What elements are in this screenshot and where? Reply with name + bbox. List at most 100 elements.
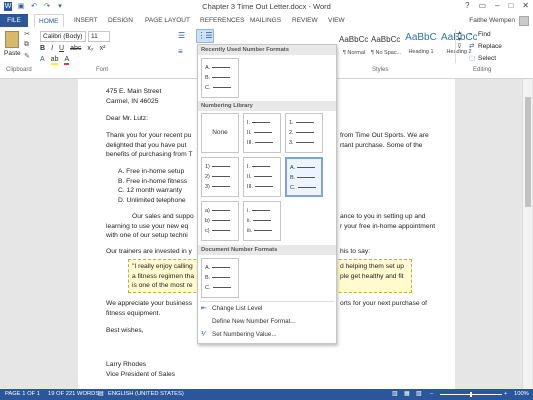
- select-button[interactable]: ⬚ Select: [469, 54, 502, 64]
- zoom-level[interactable]: 100%: [514, 389, 529, 400]
- paste-icon[interactable]: [5, 31, 19, 48]
- proofing-icon[interactable]: ▤: [98, 389, 103, 400]
- clipboard-group-label: Clipboard: [6, 67, 32, 73]
- signature-name: Larry Rhodes: [106, 361, 147, 368]
- close-button[interactable]: ✕: [522, 1, 529, 10]
- ribbon-display-button[interactable]: ▭: [478, 1, 486, 10]
- tab-insert[interactable]: INSERT: [74, 14, 98, 27]
- list-marker: c): [205, 228, 237, 234]
- style-sample: AaBbC: [405, 32, 437, 43]
- styles-more-button[interactable]: ▴ ▾ ⊽: [455, 29, 463, 63]
- none-label: None: [212, 129, 228, 136]
- style-heading-1[interactable]: AaBbC Heading 1: [402, 29, 440, 63]
- list-marker: I.: [247, 120, 279, 126]
- replace-icon: ⇄: [469, 43, 475, 50]
- format-roman-lower[interactable]: i. ii. iii.: [243, 201, 281, 241]
- list-marker: i.: [247, 208, 279, 214]
- tab-references[interactable]: REFERENCES: [200, 14, 244, 27]
- define-new-format-item[interactable]: Define New Number Format...: [198, 316, 336, 328]
- vertical-scrollbar[interactable]: [522, 79, 532, 389]
- paragraph-3-right: his to say:: [340, 248, 371, 255]
- list-marker: III.: [247, 140, 279, 146]
- strikethrough-icon[interactable]: abc: [70, 45, 81, 52]
- list-marker: A.: [205, 265, 237, 271]
- ribbon-tabs: FILE HOME INSERT DESIGN PAGE LAYOUT REFE…: [0, 14, 533, 27]
- change-level-icon: ⇤: [201, 305, 207, 312]
- highlight-icon[interactable]: ab: [50, 56, 59, 65]
- font-size-select[interactable]: 11: [88, 31, 110, 42]
- document-formats-header: Document Number Formats: [198, 245, 336, 255]
- print-layout-icon[interactable]: ▦: [404, 389, 409, 400]
- document-format-abc[interactable]: A. B. C.: [201, 258, 239, 298]
- tab-file[interactable]: FILE: [0, 14, 28, 27]
- address-line-1: 475 E. Main Street: [106, 88, 162, 95]
- format-roman-upper-2[interactable]: I. II. III.: [243, 157, 281, 197]
- replace-button[interactable]: ⇄ Replace: [469, 42, 502, 52]
- language[interactable]: ENGLISH (UNITED STATES): [108, 389, 184, 400]
- maximize-button[interactable]: □: [508, 1, 513, 10]
- tab-review[interactable]: REVIEW: [292, 14, 318, 27]
- set-numbering-value-item[interactable]: ⅟ Set Numbering Value...: [198, 329, 336, 341]
- read-mode-icon[interactable]: ▥: [392, 389, 397, 400]
- format-letter-upper[interactable]: A. B. C.: [285, 157, 323, 197]
- superscript-icon[interactable]: x²: [100, 45, 106, 52]
- zoom-in-icon[interactable]: +: [504, 389, 507, 400]
- change-list-level-item[interactable]: ⇤ Change List Level: [198, 303, 336, 315]
- menu-item-label: Set Numbering Value...: [212, 331, 277, 338]
- style-no-spacing[interactable]: AaBbCcDc ¶ No Spac...: [370, 29, 402, 63]
- tab-view[interactable]: VIEW: [328, 14, 345, 27]
- list-marker: 1.: [289, 120, 321, 126]
- font-name-select[interactable]: Calibri (Body): [40, 31, 86, 42]
- bullets-icon[interactable]: ☰: [178, 31, 185, 40]
- word-count[interactable]: 19 OF 221 WORDS: [48, 389, 99, 400]
- align-left-icon[interactable]: ≡: [178, 47, 183, 56]
- recent-format-abc[interactable]: A. B. C.: [201, 58, 239, 98]
- format-painter-icon[interactable]: ✎: [24, 52, 30, 60]
- help-button[interactable]: ?: [465, 1, 469, 10]
- minimize-button[interactable]: –: [495, 1, 499, 10]
- format-number-period[interactable]: 1. 2. 3.: [285, 113, 323, 153]
- window-title: Chapter 3 Time Out Letter.docx - Word: [202, 2, 331, 11]
- paragraph-4-line-1-right: orts for your next purchase of: [340, 300, 427, 307]
- find-label: Find: [478, 31, 491, 38]
- format-none[interactable]: None: [201, 113, 239, 153]
- scrollbar-thumb[interactable]: [525, 97, 531, 207]
- underline-icon[interactable]: U: [59, 45, 64, 52]
- tab-mailings[interactable]: MAILINGS: [250, 14, 281, 27]
- numbering-library-header: Numbering Library: [198, 101, 336, 111]
- style-name: ¶ No Spac...: [371, 50, 402, 56]
- list-marker: I.: [247, 164, 279, 170]
- numbering-button[interactable]: ⋮☰: [196, 29, 214, 43]
- subscript-icon[interactable]: x₂: [87, 45, 93, 52]
- page-count[interactable]: PAGE 1 OF 1: [5, 389, 40, 400]
- list-marker: II.: [247, 174, 279, 180]
- format-letter-lower-paren[interactable]: a) b) c): [201, 201, 239, 241]
- find-button[interactable]: ⌕ Find: [469, 30, 502, 40]
- zoom-slider-thumb[interactable]: [470, 392, 472, 397]
- avatar[interactable]: [519, 16, 529, 26]
- tab-page-layout[interactable]: PAGE LAYOUT: [145, 14, 190, 27]
- font-color-row: A ab A: [40, 56, 70, 65]
- zoom-out-icon[interactable]: –: [430, 389, 433, 400]
- style-normal[interactable]: AaBbCcDc ¶ Normal: [338, 29, 370, 63]
- list-marker: 3.: [289, 140, 321, 146]
- paragraph-1-line-3: benefits of purchasing from T: [106, 151, 193, 158]
- style-name: Heading 1: [408, 49, 434, 55]
- paragraph-1-line-2: delighted that you have put: [106, 142, 187, 149]
- web-layout-icon[interactable]: ▧: [416, 389, 421, 400]
- italic-icon[interactable]: I: [51, 45, 53, 52]
- style-sample: AaBbCcDc: [371, 35, 401, 44]
- cut-icon[interactable]: ✂: [24, 30, 30, 38]
- text-effects-icon[interactable]: A: [40, 56, 45, 65]
- tab-design[interactable]: DESIGN: [108, 14, 133, 27]
- format-roman-upper[interactable]: I. II. III.: [243, 113, 281, 153]
- user-name[interactable]: Faithe Wempen: [469, 14, 515, 27]
- font-color-icon[interactable]: A: [64, 56, 70, 65]
- bold-icon[interactable]: B: [40, 45, 45, 52]
- menu-item-label: Define New Number Format...: [212, 318, 296, 325]
- paste-button[interactable]: Paste: [4, 50, 21, 57]
- copy-icon[interactable]: ⧉: [24, 41, 30, 49]
- format-number-paren[interactable]: 1) 2) 3): [201, 157, 239, 197]
- paragraph-2-line-2: learning to use your new eq: [106, 223, 189, 230]
- tab-home[interactable]: HOME: [34, 14, 64, 27]
